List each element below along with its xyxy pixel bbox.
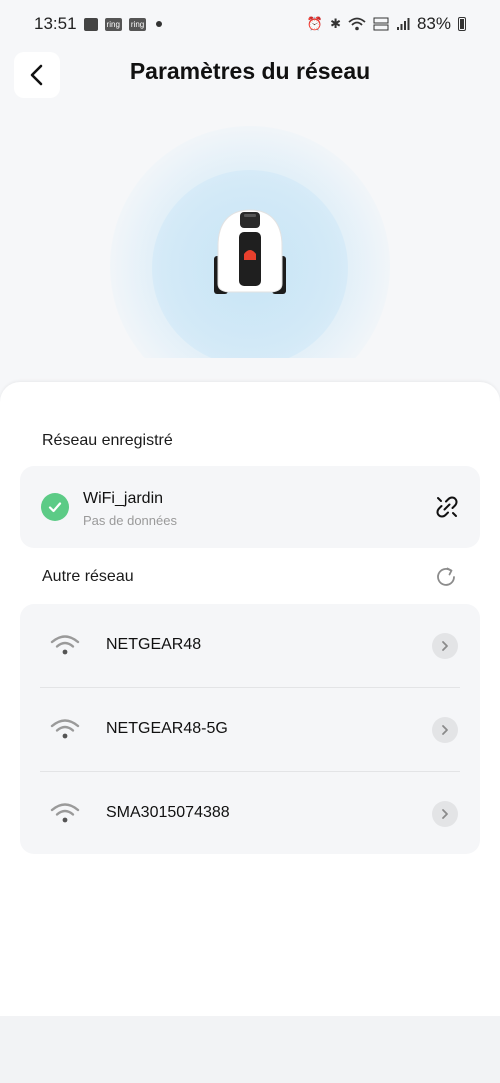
wifi-status-icon	[348, 17, 366, 31]
saved-network-heading: Réseau enregistré	[42, 432, 173, 449]
refresh-icon	[437, 567, 455, 586]
network-name: SMA3015074388	[106, 804, 230, 821]
unlink-icon	[436, 496, 458, 518]
saved-network-status: Pas de données	[83, 513, 177, 528]
saved-network-card[interactable]: WiFi_jardin Pas de données	[20, 466, 480, 548]
status-right: ⏰ ✱ 83%	[307, 14, 466, 34]
network-name: NETGEAR48-5G	[106, 720, 228, 737]
ring-notification-icon: ring	[104, 17, 122, 31]
gallery-notification-icon	[83, 17, 98, 31]
status-time: 13:51	[34, 14, 77, 33]
bluetooth-icon: ✱	[330, 16, 341, 31]
network-row[interactable]: SMA3015074388	[20, 772, 480, 855]
wifi-icon	[50, 635, 80, 655]
network-row[interactable]: NETGEAR48	[20, 604, 480, 687]
page-title: Paramètres du réseau	[129, 58, 371, 84]
alarm-icon: ⏰	[306, 16, 324, 31]
saved-network-name: WiFi_jardin	[83, 490, 164, 507]
wifi-icon	[50, 719, 80, 739]
chevron-right-icon	[442, 725, 448, 735]
network-settings-sheet: Réseau enregistré WiFi_jardin Pas de don…	[0, 382, 500, 1016]
other-network-heading: Autre réseau	[42, 568, 134, 585]
available-network-list: NETGEAR48 NETGEAR48-5G SMA3015074388	[20, 604, 480, 854]
network-detail-button[interactable]	[432, 633, 458, 659]
signal-icon	[396, 18, 410, 30]
status-left: 13:51 ring ring	[34, 14, 163, 34]
chevron-right-icon	[442, 809, 448, 819]
wifi-icon	[50, 803, 80, 823]
check-icon	[41, 493, 69, 521]
more-notifications-icon	[156, 21, 163, 27]
header: Paramètres du réseau	[0, 50, 500, 100]
navigation-bar-area	[0, 1016, 500, 1083]
refresh-button[interactable]	[432, 563, 460, 591]
battery-percent: 83%	[416, 14, 451, 33]
chevron-right-icon	[442, 641, 448, 651]
network-row[interactable]: NETGEAR48-5G	[20, 688, 480, 771]
network-detail-button[interactable]	[432, 801, 458, 827]
status-bar: 13:51 ring ring ⏰ ✱ 83%	[0, 0, 500, 48]
network-name: NETGEAR48	[106, 636, 202, 653]
network-detail-button[interactable]	[432, 717, 458, 743]
ring-notification-icon-2: ring	[128, 17, 147, 31]
battery-icon	[458, 17, 466, 31]
hero-illustration	[0, 118, 500, 358]
volte-icon	[373, 17, 389, 31]
unlink-button[interactable]	[432, 492, 462, 522]
robot-mower-icon	[214, 209, 286, 294]
